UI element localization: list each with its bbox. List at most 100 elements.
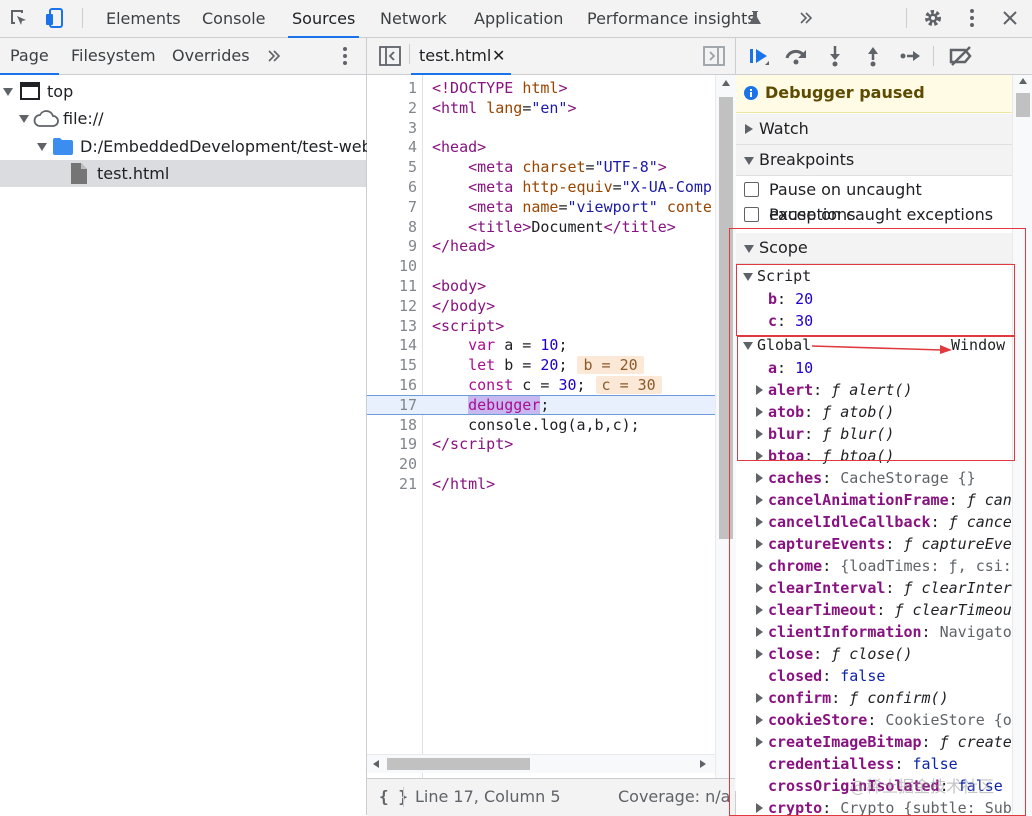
code-line[interactable]: 12 </body> [367,296,715,316]
code-line[interactable]: 1 <!DOCTYPE html> [367,78,715,98]
coverage-status[interactable]: Coverage: n/a [618,787,730,806]
sources-navigator: Page Filesystem Overrides top file:// D:… [0,38,372,815]
expand-triangle-icon[interactable] [3,88,13,96]
scroll-right-arrow-icon[interactable] [700,760,706,768]
code-line[interactable]: 14 var a = 10; [367,335,715,355]
step-into-icon[interactable] [821,43,849,69]
line-number[interactable]: 7 [367,197,417,217]
code-text: debugger; [468,395,550,414]
code-line-paused[interactable]: 17 debugger; [367,394,715,415]
toggle-navigator-icon[interactable] [379,46,401,66]
code-line[interactable]: 15 let b = 20; b = 20 [367,355,715,375]
code-line[interactable]: 16 const c = 30; c = 30 [367,375,715,395]
code-line[interactable]: 21 </html> [367,474,715,494]
section-watch-header[interactable]: Watch [736,114,1012,145]
device-toolbar-icon[interactable] [42,5,68,31]
pause-uncaught-row[interactable]: Pause on uncaught exceptions [736,177,1012,224]
source-editor: test.html ✕ 1 <!DOCTYPE html> 2 <html lang=… [367,38,736,816]
horizontal-scroll-thumb[interactable] [387,758,530,770]
tab-application[interactable]: Application [474,0,563,37]
more-tabs-chevron-icon[interactable] [793,5,819,31]
line-number[interactable]: 12 [367,296,417,316]
line-number[interactable]: 10 [367,256,417,276]
pause-uncaught-checkbox[interactable] [744,182,759,197]
line-number[interactable]: 16 [367,375,417,395]
code-area[interactable]: 1 <!DOCTYPE html> 2 <html lang="en"> 3 4 <head… [367,75,715,791]
frame-icon [20,82,40,100]
editor-tab-test-html[interactable]: test.html ✕ [411,38,511,75]
annotation-arrow-icon [812,340,954,354]
debugger-paused-banner: Debugger paused [736,75,1012,113]
line-number[interactable]: 11 [367,276,417,296]
line-number[interactable]: 3 [367,118,417,138]
code-line[interactable]: 4 <head> [367,137,715,157]
line-number[interactable]: 13 [367,316,417,336]
line-number[interactable]: 19 [367,434,417,454]
scroll-up-arrow-icon[interactable] [722,80,730,86]
tree-item-test-html[interactable]: test.html [0,160,366,187]
expand-triangle-icon[interactable] [19,115,29,123]
tree-item-folder[interactable]: D:/EmbeddedDevelopment/test-web [0,133,372,160]
line-number[interactable]: 15 [367,355,417,375]
line-number[interactable]: 2 [367,98,417,118]
tab-performance-insights[interactable]: Performance insights [587,0,756,37]
close-tab-icon[interactable]: ✕ [492,38,505,74]
line-number[interactable]: 5 [367,157,417,177]
file-icon [71,163,87,184]
line-number[interactable]: 17 [367,396,417,414]
tab-console[interactable]: Console [202,0,266,37]
more-options-kebab-icon[interactable] [959,5,985,31]
code-line[interactable]: 7 <meta name="viewport" conte [367,197,715,217]
line-number[interactable]: 21 [367,474,417,494]
section-breakpoints-header[interactable]: Breakpoints [736,145,1012,176]
code-line[interactable]: 2 <html lang="en"> [367,98,715,118]
step-out-icon[interactable] [859,43,887,69]
code-line[interactable]: 10 [367,256,715,276]
tab-filesystem[interactable]: Filesystem [71,38,156,74]
tab-elements[interactable]: Elements [106,0,181,37]
code-line[interactable]: 19 </script> [367,434,715,454]
code-line[interactable]: 6 <meta http-equiv="X-UA-Comp [367,177,715,197]
step-over-icon[interactable] [782,43,810,69]
close-devtools-icon[interactable] [997,5,1023,31]
code-line[interactable]: 3 [367,118,715,138]
tab-overrides[interactable]: Overrides [172,38,250,74]
pause-caught-checkbox[interactable] [744,207,759,222]
scroll-up-arrow-icon[interactable] [1019,78,1027,84]
code-line[interactable]: 9 </head> [367,236,715,256]
line-number[interactable]: 14 [367,335,417,355]
toggle-debugger-icon[interactable] [703,46,725,66]
line-number[interactable]: 1 [367,78,417,98]
line-number[interactable]: 18 [367,415,417,435]
settings-gear-icon[interactable] [920,5,946,31]
line-number[interactable]: 6 [367,177,417,197]
line-number[interactable]: 20 [367,454,417,474]
expand-triangle-icon[interactable] [37,143,47,151]
vertical-scroll-thumb[interactable] [1016,93,1030,117]
more-navigator-tabs-icon[interactable] [266,48,282,64]
code-line[interactable]: 20 [367,454,715,474]
pause-caught-row[interactable]: Pause on caught exceptions [736,202,1012,227]
editor-horizontal-scrollbar[interactable] [367,754,715,773]
code-line[interactable]: 18 console.log(a,b,c); [367,415,715,435]
step-icon[interactable] [897,43,925,69]
code-text: <html lang="en"> [432,98,577,117]
code-line[interactable]: 8 <title>Document</title> [367,217,715,237]
tab-page[interactable]: Page [0,38,59,75]
scroll-left-arrow-icon[interactable] [373,760,379,768]
tab-network[interactable]: Network [380,0,447,37]
inspect-element-icon[interactable] [6,5,32,31]
line-number[interactable]: 9 [367,236,417,256]
navigator-menu-kebab-icon[interactable] [342,46,348,66]
tree-item-label: test.html [97,164,170,183]
code-line[interactable]: 11 <body> [367,276,715,296]
line-number[interactable]: 4 [367,137,417,157]
deactivate-breakpoints-icon[interactable] [947,43,975,69]
tab-sources[interactable]: Sources [287,0,360,38]
tree-item-top[interactable]: top [0,78,366,105]
resume-icon[interactable] [745,43,773,69]
code-line[interactable]: 5 <meta charset="UTF-8"> [367,157,715,177]
code-line[interactable]: 13 <script> [367,316,715,336]
line-number[interactable]: 8 [367,217,417,237]
tree-item-file-scheme[interactable]: file:// [0,105,366,132]
